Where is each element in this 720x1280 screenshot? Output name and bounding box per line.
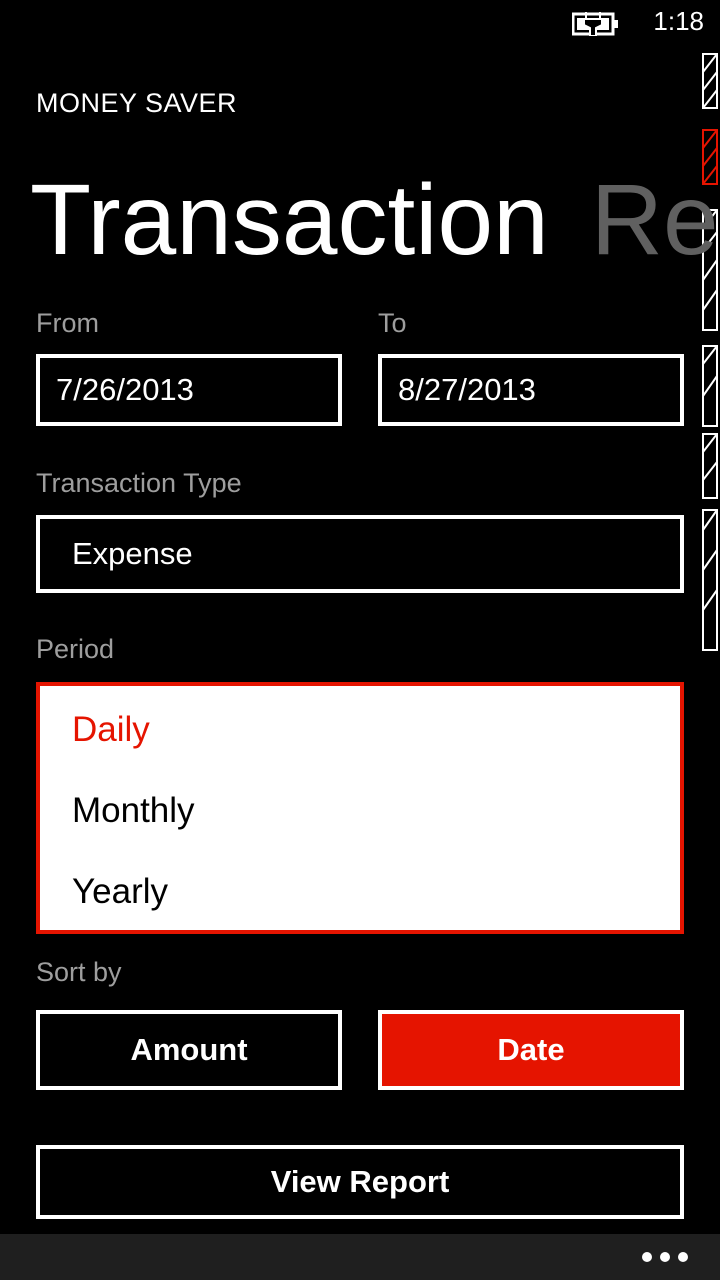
transaction-type-label: Transaction Type xyxy=(36,468,242,498)
clock: 1:18 xyxy=(653,6,704,36)
to-date-picker[interactable]: 8/27/2013 xyxy=(378,354,684,426)
to-date-value: 8/27/2013 xyxy=(398,372,536,407)
side-ticker-graphic xyxy=(702,53,718,651)
pivot-header: Transaction Re xyxy=(30,160,719,280)
status-bar: 1:18 xyxy=(0,0,720,46)
app-bar xyxy=(0,1234,720,1280)
view-report-button[interactable]: View Report xyxy=(36,1145,684,1219)
period-list[interactable]: Daily Monthly Yearly xyxy=(36,682,684,934)
pivot-item-transaction[interactable]: Transaction xyxy=(30,164,549,276)
battery-charging-icon xyxy=(572,12,618,36)
sort-amount-button[interactable]: Amount xyxy=(36,1010,342,1090)
from-date-value: 7/26/2013 xyxy=(56,372,194,407)
transaction-type-picker[interactable]: Expense xyxy=(36,515,684,593)
from-label: From xyxy=(36,308,99,338)
pivot-item-next[interactable]: Re xyxy=(591,164,719,276)
more-ellipsis-icon[interactable] xyxy=(642,1252,688,1262)
period-option-monthly[interactable]: Monthly xyxy=(72,791,195,831)
transaction-type-value: Expense xyxy=(72,536,193,571)
sort-amount-label: Amount xyxy=(130,1032,248,1067)
from-date-picker[interactable]: 7/26/2013 xyxy=(36,354,342,426)
period-option-daily[interactable]: Daily xyxy=(72,710,150,750)
period-option-yearly[interactable]: Yearly xyxy=(72,872,168,912)
view-report-label: View Report xyxy=(270,1164,450,1199)
to-label: To xyxy=(378,308,407,338)
sort-by-label: Sort by xyxy=(36,957,122,987)
sort-date-button[interactable]: Date xyxy=(378,1010,684,1090)
sort-date-label: Date xyxy=(497,1032,565,1067)
app-title: MONEY SAVER xyxy=(36,88,238,118)
period-label: Period xyxy=(36,634,115,664)
